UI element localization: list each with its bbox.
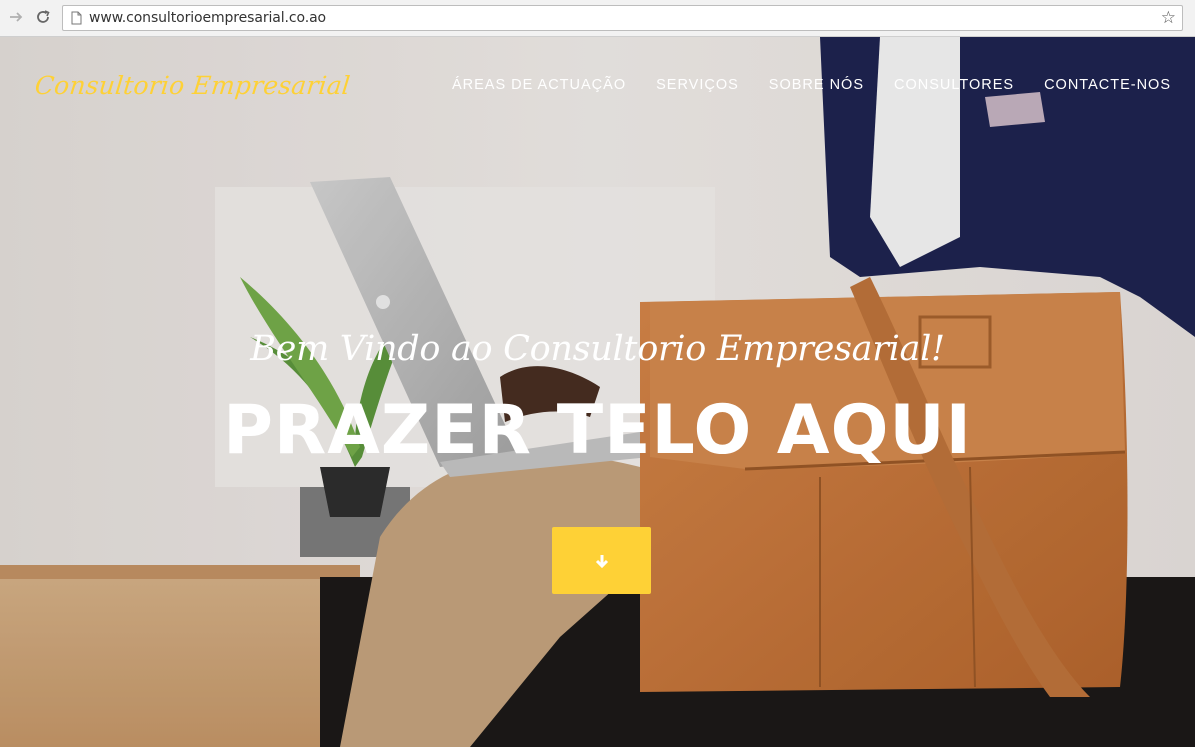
- arrow-down-icon: [595, 554, 608, 568]
- nav-item-consultores[interactable]: CONSULTORES: [894, 77, 1014, 93]
- hero-section: Consultorio Empresarial ÁREAS DE ACTUAÇÃ…: [0, 37, 1195, 747]
- page-icon: [71, 11, 82, 25]
- reload-icon: [37, 10, 50, 23]
- brand-logo[interactable]: Consultorio Empresarial: [33, 71, 351, 100]
- main-nav: ÁREAS DE ACTUAÇÃO SERVIÇOS SOBRE NÓS CON…: [422, 77, 1171, 93]
- nav-item-contacte[interactable]: CONTACTE-NOS: [1044, 77, 1171, 93]
- nav-item-servicos[interactable]: SERVIÇOS: [656, 77, 739, 93]
- reload-button[interactable]: [33, 7, 53, 27]
- forward-button[interactable]: [6, 7, 26, 27]
- intro-heading: PRAZER TELO AQUI: [223, 391, 972, 470]
- address-bar[interactable]: www.consultorioempresarial.co.ao ☆: [62, 5, 1183, 31]
- browser-toolbar: www.consultorioempresarial.co.ao ☆: [0, 0, 1195, 37]
- arrow-right-icon: [10, 12, 23, 22]
- intro-lead-text: Bem Vindo ao Consultorio Empresarial!: [250, 329, 945, 369]
- nav-item-sobre[interactable]: SOBRE NÓS: [769, 77, 864, 93]
- scroll-down-button[interactable]: [552, 527, 651, 594]
- url-text[interactable]: www.consultorioempresarial.co.ao: [89, 10, 326, 26]
- star-icon[interactable]: ☆: [1161, 8, 1176, 28]
- nav-item-areas[interactable]: ÁREAS DE ACTUAÇÃO: [452, 77, 626, 93]
